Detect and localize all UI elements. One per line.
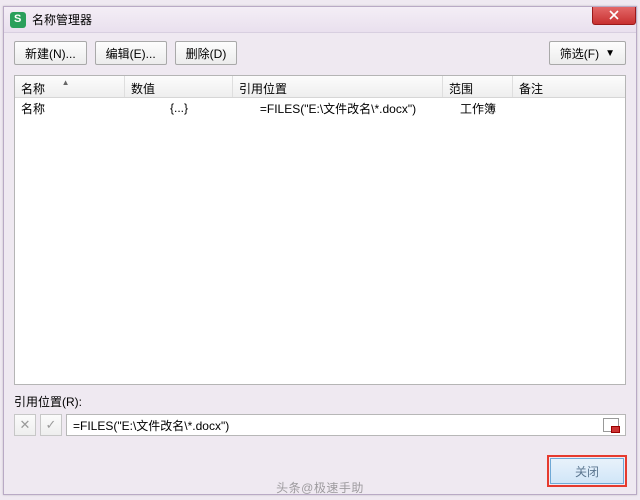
col-header-value[interactable]: 数值: [125, 76, 233, 97]
check-icon: ✓: [46, 417, 57, 433]
reference-input[interactable]: =FILES("E:\文件改名\*.docx"): [66, 414, 626, 436]
filter-button-label: 筛选(F): [560, 45, 599, 62]
edit-button[interactable]: 编辑(E)...: [95, 41, 167, 65]
range-select-icon[interactable]: [603, 418, 619, 432]
window-title: 名称管理器: [32, 11, 592, 28]
sort-asc-icon: ▲: [62, 78, 70, 87]
cell-name: 名称: [15, 100, 125, 117]
toolbar: 新建(N)... 编辑(E)... 删除(D) 筛选(F) ▼: [4, 33, 636, 75]
col-header-name[interactable]: 名称 ▲: [15, 76, 125, 97]
x-icon: ✕: [20, 417, 31, 433]
col-header-note[interactable]: 备注: [513, 76, 625, 97]
reference-input-value: =FILES("E:\文件改名\*.docx"): [73, 417, 229, 434]
chevron-down-icon: ▼: [605, 48, 615, 59]
confirm-ref-button[interactable]: ✓: [40, 414, 62, 436]
names-grid: 名称 ▲ 数值 引用位置 范围 备注 名称 {...} =FILES("E:\文…: [14, 75, 626, 385]
close-button[interactable]: 关闭: [550, 458, 624, 484]
new-button[interactable]: 新建(N)...: [14, 41, 87, 65]
col-header-ref[interactable]: 引用位置: [233, 76, 443, 97]
grid-body[interactable]: 名称 {...} =FILES("E:\文件改名\*.docx") 工作簿: [15, 98, 625, 384]
app-icon: [10, 12, 26, 28]
cell-ref: =FILES("E:\文件改名\*.docx"): [233, 100, 443, 117]
cancel-ref-button[interactable]: ✕: [14, 414, 36, 436]
close-icon: [609, 10, 619, 20]
col-header-scope[interactable]: 范围: [443, 76, 513, 97]
grid-header-row: 名称 ▲ 数值 引用位置 范围 备注: [15, 76, 625, 98]
name-manager-dialog: 名称管理器 新建(N)... 编辑(E)... 删除(D) 筛选(F) ▼ 名称…: [3, 6, 637, 495]
reference-section: 引用位置(R): ✕ ✓ =FILES("E:\文件改名\*.docx"): [4, 385, 636, 436]
dialog-footer: 关闭: [550, 458, 624, 484]
filter-button[interactable]: 筛选(F) ▼: [549, 41, 626, 65]
cell-value: {...}: [125, 101, 233, 115]
titlebar: 名称管理器: [4, 7, 636, 33]
window-close-button[interactable]: [592, 7, 636, 25]
table-row[interactable]: 名称 {...} =FILES("E:\文件改名\*.docx") 工作簿: [15, 98, 625, 118]
delete-button[interactable]: 删除(D): [175, 41, 238, 65]
reference-label: 引用位置(R):: [14, 393, 626, 410]
reference-row: ✕ ✓ =FILES("E:\文件改名\*.docx"): [14, 414, 626, 436]
cell-scope: 工作簿: [443, 100, 513, 117]
